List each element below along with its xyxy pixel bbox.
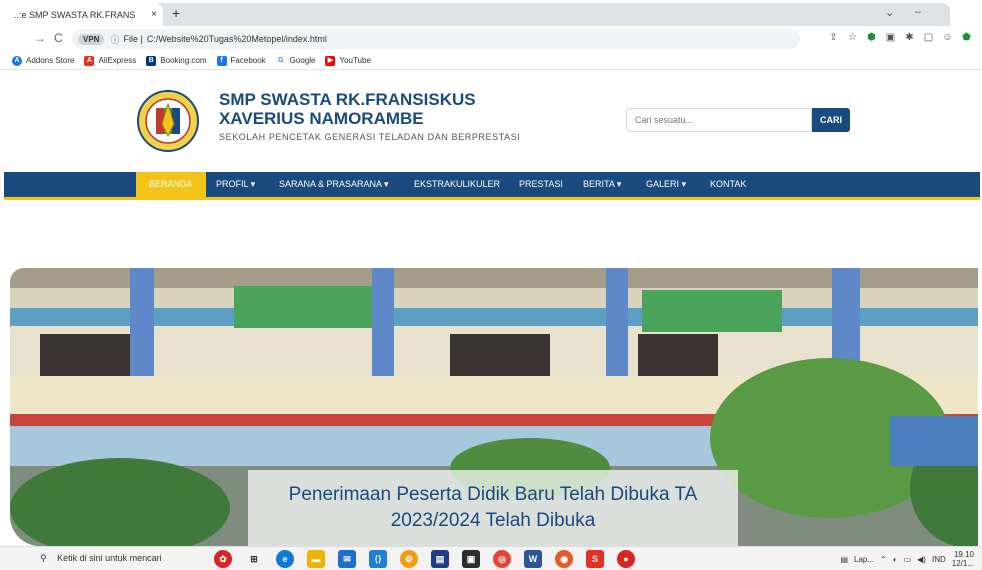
- profile-icon[interactable]: ☺: [942, 32, 953, 43]
- task-view-icon[interactable]: ⊞: [245, 550, 263, 568]
- youtube-icon: ▶: [325, 55, 336, 66]
- nav-item-prestasi[interactable]: PRESTASI: [506, 172, 576, 197]
- battery-icon[interactable]: ▭: [904, 555, 912, 564]
- taskbar-clock[interactable]: 19.10 12/1...: [952, 550, 974, 568]
- nav-item-sarana-prasarana[interactable]: SARANA & PRASARANA ▾: [266, 172, 402, 197]
- file-explorer-icon[interactable]: ▬: [307, 550, 325, 568]
- system-tray: ▤ Lap... ⌃ ◐ ▭ ◀) IND 19.10 12/1...: [840, 550, 974, 568]
- running-app-icon[interactable]: ▤: [840, 555, 848, 564]
- bookmark-label: Booking.com: [160, 56, 207, 65]
- nav-item-profil[interactable]: PROFIL ▾: [203, 172, 268, 197]
- taskbar-apps: ✿ ⊞ e ▬ ✉ ⟨⟩ ⚙ ▤ ▣ ◎ W ◉ S ●: [214, 550, 635, 568]
- language-indicator[interactable]: IND: [932, 555, 946, 564]
- minimize-icon[interactable]: –: [915, 6, 921, 18]
- school-name: SMP SWASTA RK.FRANSISKUS XAVERIUS NAMORA…: [219, 90, 476, 128]
- forward-icon[interactable]: →: [34, 31, 46, 45]
- tray-chevron-icon[interactable]: ⌃: [880, 555, 887, 564]
- bookmark-youtube[interactable]: ▶ YouTube: [325, 55, 371, 66]
- search-icon: ⚲: [40, 553, 47, 563]
- word-icon[interactable]: W: [524, 550, 542, 568]
- bookmark-google[interactable]: G Google: [275, 55, 316, 66]
- tabstrip-background: [150, 3, 950, 26]
- aliexpress-icon: A: [84, 55, 95, 66]
- booking-icon: B: [146, 55, 157, 66]
- tab-title: ..:e SMP SWASTA RK.FRANS: [14, 9, 136, 20]
- bookmark-label: Google: [289, 56, 316, 65]
- google-icon: G: [275, 55, 286, 66]
- bookmark-label: AliExpress: [98, 56, 137, 65]
- puzzle-icon[interactable]: ✱: [904, 32, 915, 43]
- taskbar-search-label: Ketik di sini untuk mencari: [57, 553, 162, 563]
- chrome-icon[interactable]: ◎: [493, 550, 511, 568]
- school-tagline: SEKOLAH PENCETAK GENERASI TELADAN DAN BE…: [219, 132, 521, 142]
- main-navbar: BERANDA PROFIL ▾ SARANA & PRASARANA ▾ EK…: [4, 172, 980, 200]
- mail-icon[interactable]: ✉: [338, 550, 356, 568]
- bookmarks-bar: A Addons Store A AliExpress B Booking.co…: [0, 52, 982, 70]
- taskbar-search[interactable]: ⚲ Ketik di sini untuk mencari: [40, 553, 162, 564]
- info-icon[interactable]: ⓘ: [110, 33, 119, 46]
- bookmark-label: Addons Store: [26, 56, 75, 65]
- nav-item-galeri[interactable]: GALERI ▾: [633, 172, 699, 197]
- browser-icon[interactable]: ◉: [555, 550, 573, 568]
- browser-tabstrip: ..:e SMP SWASTA RK.FRANS × + ⌄ –: [0, 0, 982, 26]
- network-icon[interactable]: ◐: [893, 555, 898, 564]
- settings-icon[interactable]: ⚙: [400, 550, 418, 568]
- bookmark-facebook[interactable]: f Facebook: [216, 55, 266, 66]
- vpn-badge[interactable]: VPN: [78, 33, 105, 45]
- site-header: SMP SWASTA RK.FRANSISKUS XAVERIUS NAMORA…: [0, 70, 982, 172]
- volume-icon[interactable]: ◀): [917, 555, 926, 564]
- reload-icon[interactable]: C: [54, 31, 63, 45]
- browser-tab[interactable]: ..:e SMP SWASTA RK.FRANS ×: [8, 3, 163, 26]
- new-tab-icon[interactable]: +: [172, 5, 180, 21]
- bookmark-label: YouTube: [339, 56, 371, 65]
- nav-item-kontak[interactable]: KONTAK: [697, 172, 759, 197]
- windows-taskbar: ⚲ Ketik di sini untuk mencari ✿ ⊞ e ▬ ✉ …: [0, 546, 982, 570]
- search-input[interactable]: [626, 108, 812, 132]
- bookmark-aliexpress[interactable]: A AliExpress: [84, 55, 137, 66]
- tab-search-chevron-icon[interactable]: ⌄: [885, 6, 894, 19]
- running-app-label[interactable]: Lap...: [854, 555, 874, 564]
- extension-shield-icon[interactable]: ⬢: [866, 32, 877, 43]
- clock-date: 12/1...: [951, 559, 974, 568]
- nav-item-berita[interactable]: BERITA ▾: [570, 172, 634, 197]
- share-icon[interactable]: ⇪: [828, 32, 839, 43]
- facebook-icon: f: [216, 55, 227, 66]
- toolbar-icons: ⇪ ☆ ⬢ ▣ ✱ ▢ ☺ ⬟: [828, 32, 972, 43]
- news-widget-icon[interactable]: ✿: [214, 550, 232, 568]
- extension-icon[interactable]: ▣: [885, 32, 896, 43]
- edge-icon[interactable]: e: [276, 550, 294, 568]
- notification-app-icon[interactable]: ●: [617, 550, 635, 568]
- nav-item-ekstrakulikuler[interactable]: EKSTRAKULIKULER: [401, 172, 513, 197]
- clock-time: 19.10: [953, 550, 974, 559]
- file-scheme-label: File |: [123, 34, 143, 44]
- bookmark-label: Facebook: [230, 56, 266, 65]
- vscode-icon[interactable]: ⟨⟩: [369, 550, 387, 568]
- address-bar[interactable]: VPN ⓘ File | C:/Website%20Tugas%20Metope…: [72, 29, 800, 49]
- security-shield-icon[interactable]: ⬟: [961, 32, 972, 43]
- photos-icon[interactable]: ▣: [462, 550, 480, 568]
- browser-toolbar: → C VPN ⓘ File | C:/Website%20Tugas%20Me…: [0, 26, 982, 52]
- addons-store-icon: A: [12, 55, 22, 66]
- bookmark-addons-store[interactable]: A Addons Store: [12, 55, 75, 66]
- bookmark-star-icon[interactable]: ☆: [847, 32, 858, 43]
- school-logo[interactable]: [136, 90, 200, 152]
- search-button[interactable]: CARI: [812, 108, 850, 132]
- sublime-icon[interactable]: S: [586, 550, 604, 568]
- store-icon[interactable]: ▤: [431, 550, 449, 568]
- sidebar-icon[interactable]: ▢: [923, 32, 934, 43]
- url-text[interactable]: C:/Website%20Tugas%20Metopel/index.html: [147, 34, 327, 44]
- hero-caption: Penerimaan Peserta Didik Baru Telah Dibu…: [248, 470, 738, 546]
- nav-item-beranda[interactable]: BERANDA: [136, 172, 206, 197]
- bookmark-booking[interactable]: B Booking.com: [146, 55, 207, 66]
- tab-close-icon[interactable]: ×: [151, 9, 157, 20]
